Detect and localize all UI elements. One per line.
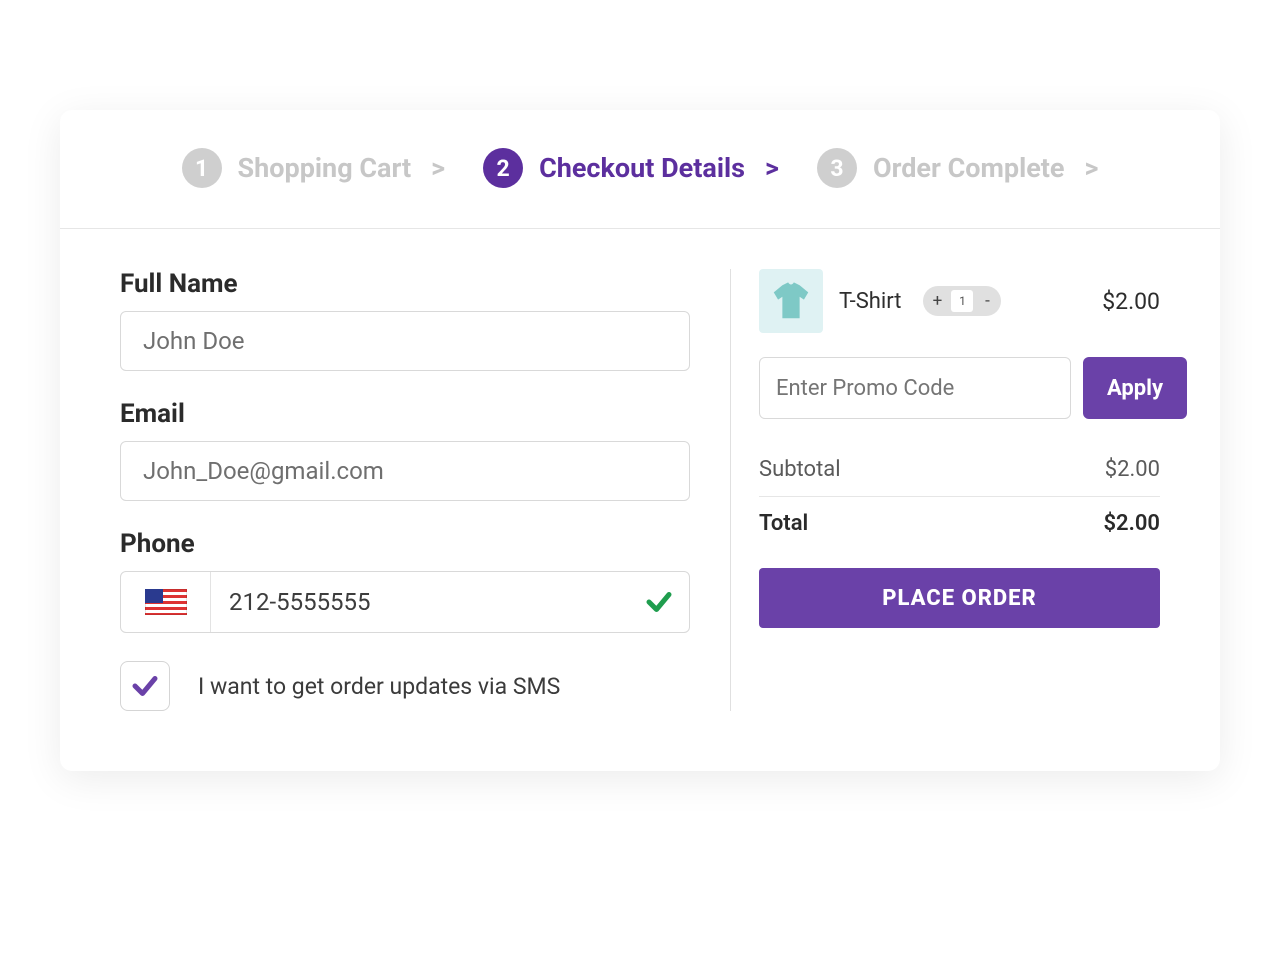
email-label: Email — [120, 399, 690, 429]
step-order-complete[interactable]: 3 Order Complete > — [817, 148, 1099, 188]
phone-input-group — [120, 571, 690, 633]
step-label: Shopping Cart — [238, 152, 412, 184]
cart-item: T-Shirt + 1 - $2.00 — [759, 269, 1160, 333]
step-checkout-details[interactable]: 2 Checkout Details > — [483, 148, 779, 188]
qty-increase-button[interactable]: + — [923, 287, 951, 315]
subtotal-value: $2.00 — [1105, 457, 1160, 482]
sms-optin-row: I want to get order updates via SMS — [120, 661, 690, 711]
phone-input[interactable] — [211, 572, 629, 632]
product-name: T-Shirt — [839, 289, 901, 314]
full-name-input[interactable] — [120, 311, 690, 371]
email-input[interactable] — [120, 441, 690, 501]
total-value: $2.00 — [1103, 511, 1160, 536]
order-summary: T-Shirt + 1 - $2.00 Apply Subtotal $2.00… — [730, 269, 1160, 711]
sms-optin-checkbox[interactable] — [120, 661, 170, 711]
checkout-card: 1 Shopping Cart > 2 Checkout Details > 3… — [60, 110, 1220, 771]
product-price: $2.00 — [1102, 288, 1160, 315]
subtotal-label: Subtotal — [759, 457, 841, 482]
step-shopping-cart[interactable]: 1 Shopping Cart > — [182, 148, 446, 188]
progress-steps: 1 Shopping Cart > 2 Checkout Details > 3… — [60, 110, 1220, 229]
checkout-form: Full Name Email Phone — [120, 269, 730, 711]
step-label: Order Complete — [873, 152, 1065, 184]
step-number: 3 — [817, 148, 857, 188]
country-code-selector[interactable] — [121, 572, 211, 632]
phone-valid-indicator — [629, 587, 689, 617]
place-order-button[interactable]: PLACE ORDER — [759, 568, 1160, 628]
apply-promo-button[interactable]: Apply — [1083, 357, 1187, 419]
chevron-right-icon: > — [765, 152, 779, 184]
field-full-name: Full Name — [120, 269, 690, 371]
promo-code-input[interactable] — [759, 357, 1071, 419]
qty-decrease-button[interactable]: - — [973, 287, 1001, 315]
chevron-right-icon: > — [431, 152, 445, 184]
qty-value: 1 — [951, 290, 973, 312]
quantity-stepper: + 1 - — [923, 286, 1001, 316]
total-row: Total $2.00 — [759, 497, 1160, 550]
chevron-right-icon: > — [1085, 152, 1099, 184]
full-name-label: Full Name — [120, 269, 690, 299]
sms-optin-label: I want to get order updates via SMS — [198, 673, 560, 700]
flag-us-icon — [145, 589, 187, 615]
checkmark-icon — [130, 671, 160, 701]
subtotal-row: Subtotal $2.00 — [759, 443, 1160, 497]
total-label: Total — [759, 511, 808, 536]
field-email: Email — [120, 399, 690, 501]
phone-label: Phone — [120, 529, 690, 559]
field-phone: Phone — [120, 529, 690, 633]
step-label: Checkout Details — [539, 152, 745, 184]
checkmark-icon — [644, 587, 674, 617]
step-number: 2 — [483, 148, 523, 188]
step-number: 1 — [182, 148, 222, 188]
tshirt-icon — [768, 278, 814, 324]
product-thumbnail — [759, 269, 823, 333]
checkout-body: Full Name Email Phone — [60, 229, 1220, 771]
promo-row: Apply — [759, 357, 1160, 419]
